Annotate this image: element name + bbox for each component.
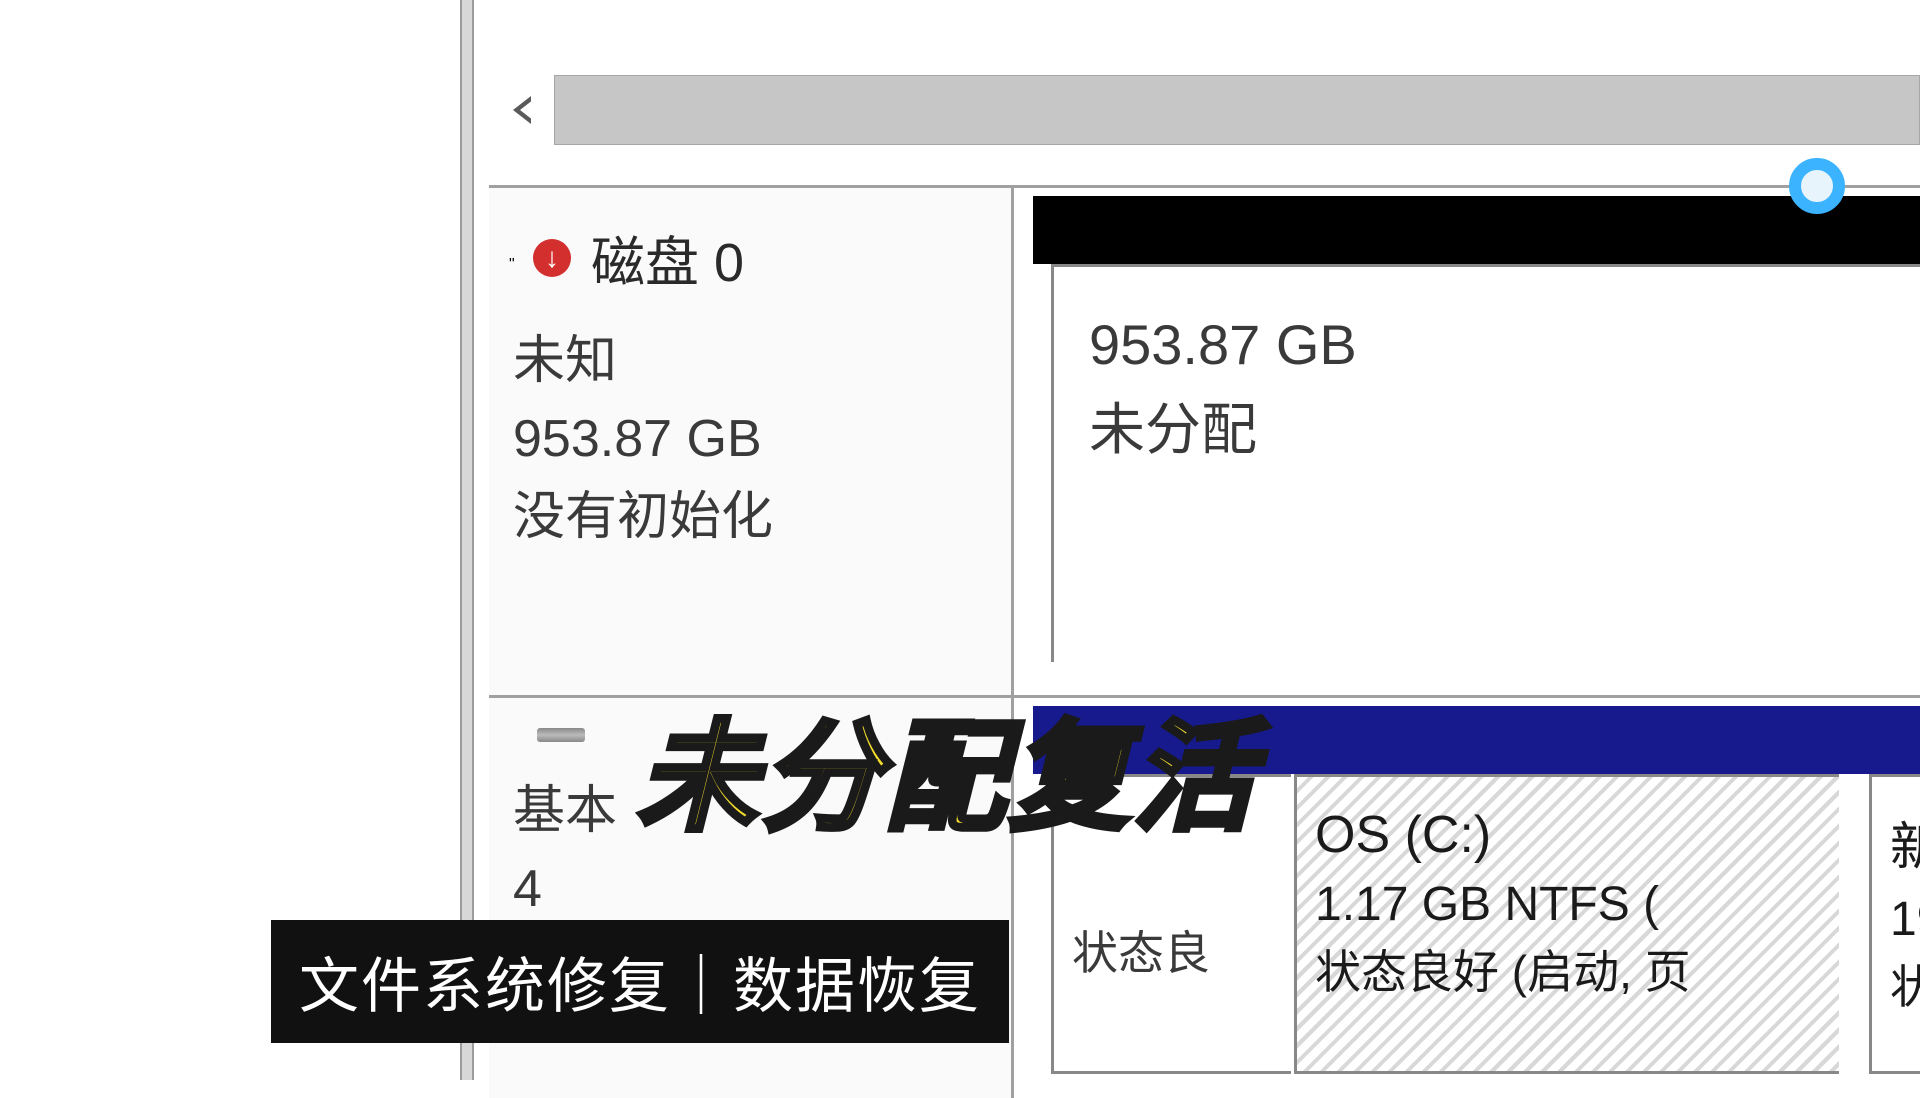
chevron-left-icon [513,96,531,124]
partition-0-size: 953.87 GB [1089,312,1885,377]
left-sidebar-placeholder [0,0,460,1080]
partition-0-status: 未分配 [1089,385,1885,466]
partition-1-new-title: 新 [1890,805,1902,880]
toolbar [489,75,1920,145]
partition-1-os-title: OS (C:) [1315,805,1821,865]
quote-mark: " [509,256,513,260]
partition-1-new[interactable]: 新 19 状 [1869,774,1920,1074]
partition-1-new-status: 状 [1890,951,1902,1017]
disk-0-label: 磁盘 0 [591,218,744,297]
partition-1-colorbar-b [1851,706,1920,774]
disk-0-partitions: 953.87 GB 未分配 [1019,188,1920,695]
address-bar[interactable] [554,75,1920,145]
disk-0-info[interactable]: " ↓ 磁盘 0 未知 953.87 GB 没有初始化 [489,188,1014,695]
partition-1-new-fs: 19 [1890,892,1902,947]
disk-management-panel: " ↓ 磁盘 0 未知 953.87 GB 没有初始化 953.87 GB [474,0,1920,1080]
partition-1-os[interactable]: OS (C:) 1.17 GB NTFS ( 状态良好 (启动, 页 [1294,774,1839,1074]
partition-1-os-status: 状态良好 (启动, 页 [1315,936,1821,1002]
video-overlay-subtitle: 文件系统修复｜数据恢复 [271,920,1009,1043]
disk-0-header: " ↓ 磁盘 0 [509,218,991,297]
disk-0-init: 没有初始化 [509,478,991,556]
video-overlay-title: 未分配复活 [637,680,1257,854]
partition-1-reserved-status: 状态良 [1072,917,1273,983]
disk-0-size: 953.87 GB [509,400,991,478]
app-root: " ↓ 磁盘 0 未知 953.87 GB 没有初始化 953.87 GB [0,0,1920,1080]
partition-0-unallocated[interactable]: 953.87 GB 未分配 [1051,264,1920,662]
disk-1-size: 4 [509,850,991,928]
back-button[interactable] [489,75,554,145]
error-icon: ↓ [533,239,571,277]
disk-icon [537,728,585,742]
partition-0-colorbar [1033,196,1920,264]
disk-row-0: " ↓ 磁盘 0 未知 953.87 GB 没有初始化 953.87 GB [489,188,1920,698]
panel-divider[interactable] [460,0,474,1080]
busy-cursor-icon [1789,158,1845,214]
partition-1-os-fs: 1.17 GB NTFS ( [1315,877,1821,932]
disk-0-type: 未知 [509,322,991,400]
